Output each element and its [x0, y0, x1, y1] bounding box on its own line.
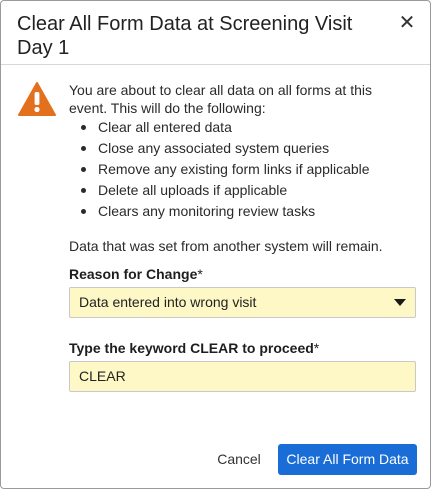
- list-item-text: Remove any existing form links if applic…: [98, 161, 370, 177]
- list-item-text: Clear all entered data: [98, 119, 232, 135]
- reason-selected-value: Data entered into wrong visit: [79, 294, 257, 310]
- reason-label-text: Reason for Change: [69, 266, 198, 282]
- keyword-label-text: Type the keyword CLEAR to proceed: [69, 340, 314, 356]
- list-item-text: Clears any monitoring review tasks: [98, 203, 316, 219]
- dialog-title: Clear All Form Data at Screening Visit D…: [17, 13, 353, 59]
- dialog-intro-text: You are about to clear all data on all f…: [69, 82, 372, 116]
- list-item: Close any associated system queries: [79, 138, 370, 159]
- reason-for-change-select[interactable]: Data entered into wrong visit: [69, 287, 416, 318]
- clear-form-data-dialog: Clear All Form Data at Screening Visit D…: [0, 0, 431, 489]
- bullet-dot: [81, 125, 86, 130]
- reason-for-change-label: Reason for Change*: [69, 265, 203, 283]
- dialog-header: Clear All Form Data at Screening Visit D…: [1, 1, 430, 65]
- list-item: Clear all entered data: [79, 117, 370, 138]
- list-item-text: Close any associated system queries: [98, 140, 330, 156]
- required-marker: *: [313, 340, 320, 356]
- cancel-button[interactable]: Cancel: [209, 444, 269, 474]
- remain-note: Data that was set from another system wi…: [69, 238, 383, 254]
- list-item: Clears any monitoring review tasks: [79, 201, 370, 222]
- bullet-dot: [81, 209, 86, 214]
- bullet-dot: [81, 167, 86, 172]
- list-item-text: Delete all uploads if applicable: [98, 182, 288, 198]
- warning-triangle-icon: [18, 82, 56, 116]
- dropdown-arrow-icon: [394, 299, 406, 306]
- consequence-list: Clear all entered data Close any associa…: [79, 117, 370, 222]
- list-item: Delete all uploads if applicable: [79, 180, 370, 201]
- close-icon[interactable]: ✕: [398, 13, 416, 33]
- bullet-dot: [81, 188, 86, 193]
- list-item: Remove any existing form links if applic…: [79, 159, 370, 180]
- keyword-input[interactable]: CLEAR: [69, 361, 416, 392]
- clear-all-form-data-button[interactable]: Clear All Form Data: [278, 444, 417, 475]
- bullet-dot: [81, 146, 86, 151]
- required-marker: *: [197, 266, 203, 282]
- keyword-label: Type the keyword CLEAR to proceed*: [69, 339, 319, 357]
